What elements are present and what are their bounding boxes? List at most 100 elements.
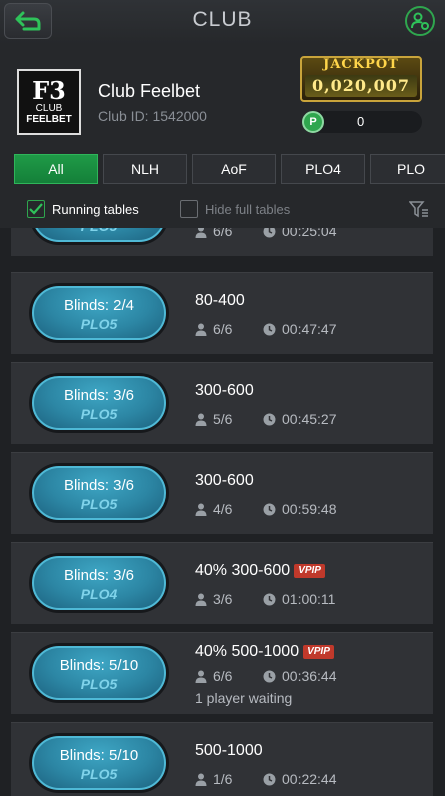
table-card[interactable]: Blinds: 3/6 PLO4 40% 300-600 VPIP 3/6 01:00:1… — [11, 542, 433, 624]
table-card[interactable]: Blinds: 2/4 PLO5 80-400 6/6 00:47:47 — [11, 272, 433, 354]
elapsed-time: 00:45:27 — [282, 411, 337, 427]
tab-nlh[interactable]: NLH — [103, 154, 187, 184]
table-name-text: 500-1000 — [195, 742, 263, 759]
person-icon — [195, 413, 207, 426]
blinds-pill-face: Blinds: 5/10 PLO5 — [32, 646, 166, 700]
profile-settings-icon — [411, 12, 429, 30]
tab-plo[interactable]: PLO — [370, 154, 445, 184]
elapsed-time: 00:59:48 — [282, 501, 337, 517]
table-name: 40% 500-1000 VPIP — [195, 643, 334, 661]
clock-icon — [263, 323, 276, 336]
game-type: PLO4 — [80, 586, 118, 602]
seat-count: 4/6 — [213, 501, 233, 517]
table-name: 300-600 — [195, 382, 254, 400]
table-name: 300-600 — [195, 472, 254, 490]
table-card[interactable]: Blinds: 5/10 PLO5 40% 500-1000 VPIP 6/6 00:36… — [11, 632, 433, 714]
game-type: PLO5 — [80, 406, 118, 422]
table-name-text: 40% 300-600 — [195, 562, 291, 579]
clock-icon — [263, 593, 276, 606]
blinds-pill-face: Blinds: 3/6PLO5 — [32, 228, 166, 242]
elapsed-time: 01:00:11 — [282, 591, 336, 607]
blinds-pill-face: Blinds: 5/10 PLO5 — [32, 736, 166, 790]
running-tables-label[interactable]: Running tables — [52, 202, 139, 217]
jackpot-label: JACKPOT — [323, 57, 399, 72]
checkmark-icon — [29, 203, 43, 215]
running-tables-checkbox[interactable] — [27, 200, 45, 218]
seat-count: 3/6 — [213, 591, 233, 607]
elapsed-time: 00:22:44 — [282, 771, 337, 787]
clock-icon — [263, 670, 276, 683]
points-value: 0 — [357, 114, 365, 129]
table-card[interactable]: Blinds: 5/10 PLO5 500-1000 1/6 00:22:44 — [11, 722, 433, 796]
blinds-pill[interactable]: Blinds: 3/6 PLO5 — [29, 463, 169, 523]
logo-text-club: CLUB — [35, 103, 63, 114]
top-bar: CLUB — [0, 0, 445, 44]
club-info-panel: F3 CLUB FEELBET Club Feelbet Club ID: 15… — [0, 44, 445, 144]
blinds-pill[interactable]: Blinds: 5/10 PLO5 — [29, 643, 169, 703]
vpip-badge: VPIP — [294, 564, 325, 578]
blinds-pill[interactable]: Blinds: 2/4 PLO5 — [29, 283, 169, 343]
page-title: CLUB — [192, 8, 253, 31]
blinds-pill-face: Blinds: 3/6 PLO4 — [32, 556, 166, 610]
clock-icon — [263, 228, 276, 238]
blinds-pill[interactable]: Blinds: 5/10 PLO5 — [29, 733, 169, 793]
table-name-text: 40% 500-1000 — [195, 643, 300, 660]
person-icon — [195, 503, 207, 516]
table-name-text: 80-400 — [195, 292, 245, 309]
clock-icon — [263, 413, 276, 426]
table-card[interactable]: Blinds: 3/6 PLO5 300-600 4/6 00:59:48 — [11, 452, 433, 534]
blinds-pill[interactable]: Blinds: 3/6 PLO5 — [29, 373, 169, 433]
profile-settings-button[interactable] — [405, 6, 435, 36]
elapsed-time: 00:25:04 — [282, 228, 337, 239]
person-icon — [195, 593, 207, 606]
blinds-pill[interactable]: Blinds: 3/6PLO5 — [29, 228, 169, 245]
points-icon: P — [302, 111, 324, 133]
game-type: PLO5 — [34, 228, 164, 234]
blinds-text: Blinds: 3/6 — [63, 387, 135, 404]
game-type: PLO5 — [80, 496, 118, 512]
table-name: 500-1000 — [195, 742, 263, 760]
table-list[interactable]: Blinds: 3/6PLO56/600:25:04Blinds: 2/4PLO… — [0, 228, 445, 796]
seat-count: 5/6 — [213, 411, 233, 427]
hide-full-label[interactable]: Hide full tables — [205, 202, 290, 217]
blinds-text: Blinds: 3/6 — [63, 567, 135, 584]
table-name-text: 300-600 — [195, 472, 254, 489]
filter-icon[interactable] — [409, 200, 429, 218]
table-name: 80-400 — [195, 292, 245, 310]
logo-text-feelbet: FEELBET — [26, 114, 72, 125]
table-card[interactable]: Blinds: 3/6PLO5 6/6 00:25:04 — [11, 228, 433, 256]
table-name: 40% 300-600 VPIP — [195, 562, 325, 580]
blinds-text: Blinds: 2/4 — [63, 297, 135, 314]
blinds-text: Blinds: 3/6 — [63, 477, 135, 494]
jackpot-value: 0,020,007 — [305, 75, 417, 97]
person-icon — [195, 670, 207, 683]
seat-count: 6/6 — [213, 321, 233, 337]
person-icon — [195, 323, 207, 336]
points-balance: P 0 — [302, 111, 422, 133]
logo-mark: F3 — [32, 76, 66, 105]
elapsed-time: 00:36:44 — [282, 668, 337, 684]
blinds-pill-face: Blinds: 2/4 PLO5 — [32, 286, 166, 340]
seat-count: 6/6 — [213, 668, 233, 684]
blinds-text: Blinds: 5/10 — [59, 747, 139, 764]
tab-plo4[interactable]: PLO4 — [281, 154, 365, 184]
blinds-pill-face: Blinds: 3/6 PLO5 — [32, 376, 166, 430]
tab-all[interactable]: All — [14, 154, 98, 184]
blinds-pill-face: Blinds: 3/6 PLO5 — [32, 466, 166, 520]
club-id: Club ID: 1542000 — [98, 108, 207, 124]
game-type: PLO5 — [80, 676, 118, 692]
blinds-pill[interactable]: Blinds: 3/6 PLO4 — [29, 553, 169, 613]
tab-aof[interactable]: AoF — [192, 154, 276, 184]
filter-panel: All NLH AoF PLO4 PLO Running tables Hide… — [0, 144, 445, 228]
clock-icon — [263, 773, 276, 786]
table-card[interactable]: Blinds: 3/6 PLO5 300-600 5/6 00:45:27 — [11, 362, 433, 444]
jackpot-display[interactable]: JACKPOT 0,020,007 — [300, 56, 422, 102]
table-filters: Running tables Hide full tables — [0, 198, 445, 220]
person-icon — [195, 773, 207, 786]
blinds-text: Blinds: 5/10 — [59, 657, 139, 674]
waiting-status: 1 player waiting — [195, 690, 293, 706]
club-name: Club Feelbet — [98, 81, 201, 101]
game-type: PLO5 — [80, 316, 118, 332]
hide-full-checkbox[interactable] — [180, 200, 198, 218]
seat-count: 6/6 — [213, 228, 233, 239]
